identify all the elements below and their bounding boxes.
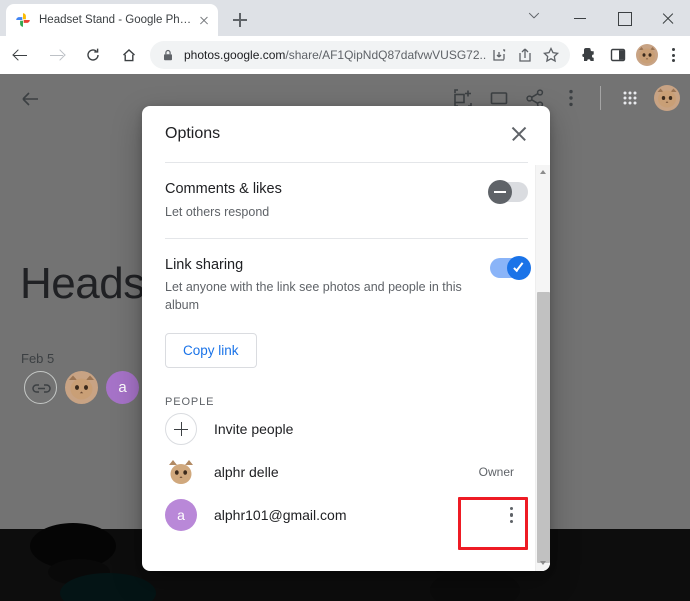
link-sharing-toggle[interactable] — [490, 255, 531, 280]
list-item-member[interactable]: a alphr101@gmail.com — [165, 494, 528, 537]
list-item-label: alphr delle — [214, 464, 279, 480]
share-page-icon[interactable] — [512, 42, 538, 68]
link-icon[interactable] — [24, 371, 57, 404]
list-item-label: alphr101@gmail.com — [214, 507, 347, 523]
back-button[interactable] — [6, 40, 36, 70]
scroll-up-arrow-icon[interactable] — [536, 165, 550, 180]
album-date: Feb 5 — [21, 351, 55, 366]
back-arrow-icon — [14, 49, 27, 62]
side-panel-icon[interactable] — [604, 41, 632, 69]
lock-icon — [161, 48, 175, 62]
dialog-header: Options — [142, 106, 550, 162]
forward-arrow-icon — [50, 49, 63, 62]
browser-window: Headset Stand - Google Photos photos.goo… — [0, 0, 690, 601]
address-bar[interactable]: photos.google.com/share/AF1QipNdQ87dafvw… — [150, 41, 570, 69]
more-options-icon[interactable] — [559, 86, 583, 110]
bookmark-star-icon[interactable] — [538, 42, 564, 68]
dialog-scrollbar[interactable] — [535, 165, 550, 571]
new-tab-button[interactable] — [228, 8, 252, 32]
google-photos-favicon-icon — [15, 12, 31, 28]
cat-avatar[interactable] — [65, 371, 98, 404]
forward-button[interactable] — [42, 40, 72, 70]
cat-avatar — [165, 456, 197, 488]
person-overflow-menu-icon[interactable] — [494, 498, 528, 532]
url-host: photos.google.com — [184, 48, 286, 62]
reload-button[interactable] — [78, 40, 108, 70]
link-sharing-text: Link sharing Let anyone with the link se… — [165, 256, 490, 315]
topbar-divider — [600, 86, 601, 110]
album-title: Heads — [20, 259, 145, 308]
close-icon[interactable] — [506, 121, 532, 147]
options-dialog: Options Comments & likes Let others resp… — [142, 106, 550, 571]
url-path: /share/AF1QipNdQ87dafvwVUSG72... — [285, 48, 486, 62]
install-icon[interactable] — [486, 42, 512, 68]
tab-close-icon[interactable] — [196, 12, 212, 28]
dialog-title: Options — [165, 125, 221, 142]
scrollbar-thumb[interactable] — [537, 292, 550, 563]
comments-subtitle: Let others respond — [165, 204, 270, 219]
browser-toolbar: photos.google.com/share/AF1QipNdQ87dafvw… — [0, 36, 690, 74]
letter-avatar: a — [165, 499, 197, 531]
list-item-owner[interactable]: alphr delle Owner — [165, 451, 528, 494]
tab-strip: Headset Stand - Google Photos — [0, 0, 690, 36]
window-controls — [514, 0, 690, 36]
photos-back-button[interactable] — [18, 87, 42, 111]
dialog-body: Comments & likes Let others respond Link… — [142, 162, 550, 571]
list-item-label: Invite people — [214, 421, 294, 437]
link-sharing-title: Link sharing — [165, 256, 244, 273]
scroll-down-arrow-icon[interactable] — [536, 556, 550, 571]
extensions-puzzle-icon[interactable] — [575, 41, 603, 69]
maximize-button[interactable] — [602, 0, 646, 36]
list-item-invite-people[interactable]: Invite people — [165, 408, 528, 451]
tab-search-chevron-down-icon[interactable] — [514, 0, 558, 36]
browser-tab[interactable]: Headset Stand - Google Photos — [6, 4, 218, 36]
close-window-button[interactable] — [646, 0, 690, 36]
comments-title: Comments & likes — [165, 181, 282, 197]
apps-grid-icon[interactable] — [618, 86, 642, 110]
toggle-knob-check-icon — [507, 255, 531, 280]
plus-icon — [165, 413, 197, 445]
toggle-knob-off-icon — [488, 180, 512, 204]
comments-toggle[interactable] — [488, 180, 528, 204]
comments-text: Comments & likes Let others respond — [165, 180, 490, 221]
link-sharing-subtitle: Let anyone with the link see photos and … — [165, 280, 462, 313]
reload-icon — [87, 48, 99, 61]
album-participants: a — [24, 371, 139, 404]
link-sharing-row: Link sharing Let anyone with the link se… — [165, 239, 531, 332]
url-text: photos.google.com/share/AF1QipNdQ87dafvw… — [184, 41, 486, 69]
owner-role-label: Owner — [478, 465, 514, 479]
tab-title: Headset Stand - Google Photos — [39, 14, 196, 26]
profile-avatar[interactable] — [636, 44, 658, 66]
home-button[interactable] — [114, 40, 144, 70]
home-icon — [123, 49, 135, 62]
copy-link-button[interactable]: Copy link — [165, 332, 257, 368]
browser-menu-icon[interactable] — [660, 42, 686, 68]
back-arrow-icon — [22, 92, 38, 106]
account-avatar[interactable] — [654, 85, 680, 111]
minimize-button[interactable] — [558, 0, 602, 36]
purple-avatar[interactable]: a — [106, 371, 139, 404]
people-section-label: PEOPLE — [165, 395, 215, 408]
comments-and-likes-row: Comments & likes Let others respond — [165, 163, 528, 238]
page-scrollbar[interactable] — [682, 74, 690, 601]
